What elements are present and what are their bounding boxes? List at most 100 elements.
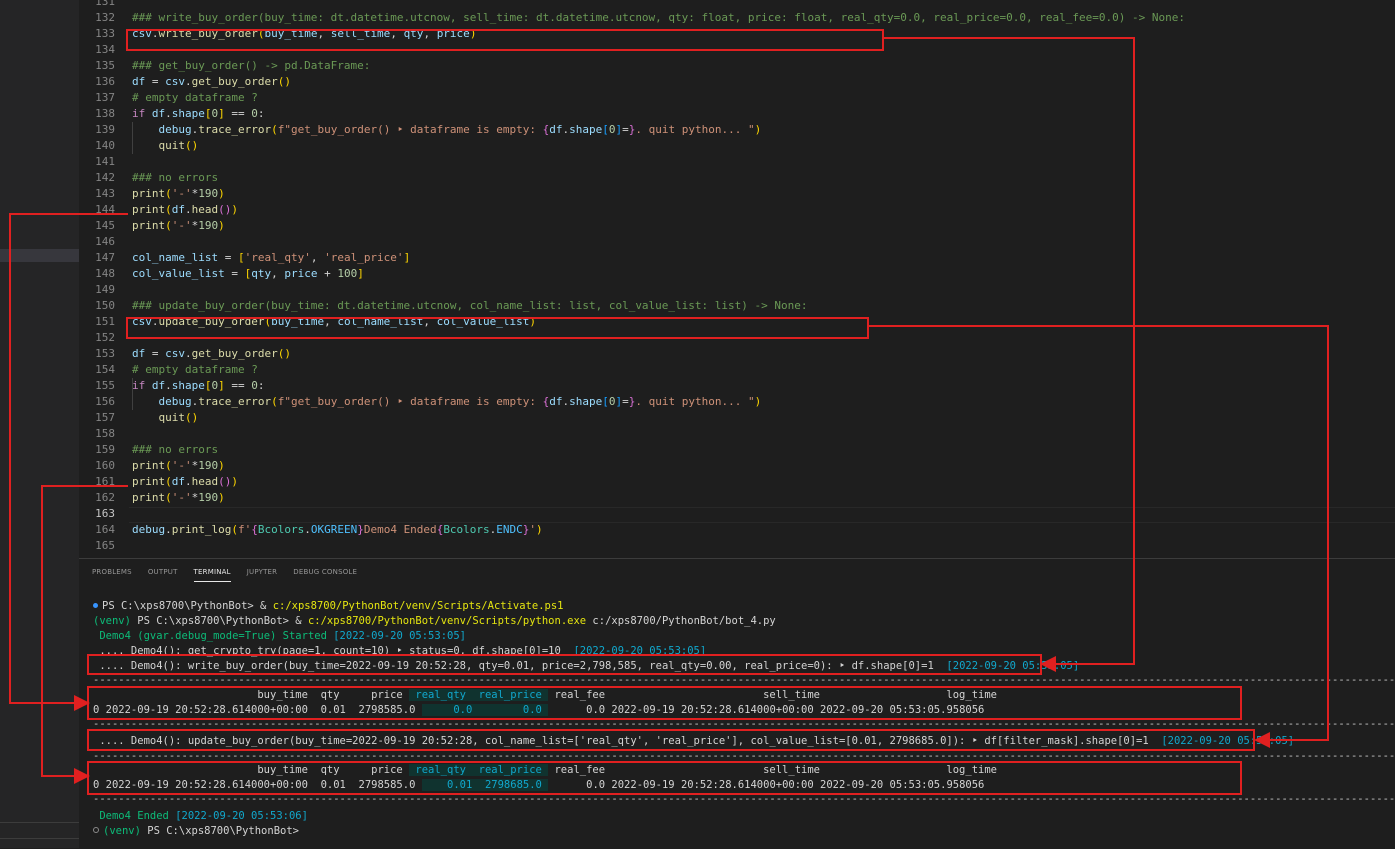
annotation-box-write-log: [87, 654, 1042, 675]
sidebar-divider: [0, 822, 79, 823]
code-editor[interactable]: 131 132 ### write_buy_order(buy_time: dt.d…: [79, 0, 1395, 558]
line-number: 150: [95, 299, 115, 312]
code-line[interactable]: 135 ### get_buy_order() -> pd.DataFrame:: [79, 58, 1395, 74]
code-line[interactable]: 132 ### write_buy_order(buy_time: dt.date…: [79, 10, 1395, 26]
code-line[interactable]: 146: [79, 234, 1395, 250]
line-number: 141: [95, 155, 115, 168]
line-number: 164: [95, 523, 115, 536]
line-code: debug.trace_error(f"get_buy_order() ‣ da…: [158, 395, 762, 408]
code-line[interactable]: 164 debug.print_log(f'{Bcolors.OKGREEN}De…: [79, 522, 1395, 538]
terminal-line: Demo4 Ended [2022-09-20 05:53:06]: [99, 810, 308, 822]
line-number: 136: [95, 75, 115, 88]
line-number: 138: [95, 107, 115, 120]
tab-output[interactable]: OUTPUT: [148, 568, 178, 582]
line-number: 143: [95, 187, 115, 200]
line-code: print('-'*190): [132, 491, 225, 504]
code-line[interactable]: 145 print('-'*190): [79, 218, 1395, 234]
code-line[interactable]: 165: [79, 538, 1395, 554]
code-line[interactable]: 143 print('-'*190): [79, 186, 1395, 202]
annotation-box-df-head-2: [87, 761, 1242, 795]
line-number: 137: [95, 91, 115, 104]
line-number: 154: [95, 363, 115, 376]
line-code: ### write_buy_order(buy_time: dt.datetim…: [132, 11, 1185, 24]
code-line[interactable]: 154 # empty dataframe ?: [79, 362, 1395, 378]
line-number: 152: [95, 331, 115, 344]
line-number: 139: [95, 123, 115, 136]
code-line[interactable]: 160 print('-'*190): [79, 458, 1395, 474]
panel-tabs: PROBLEMS OUTPUT TERMINAL JUPYTER DEBUG CONSO…: [92, 568, 373, 582]
line-number: 131: [95, 0, 115, 8]
line-number: 144: [95, 203, 115, 216]
code-line[interactable]: 157 quit(): [79, 410, 1395, 426]
tab-terminal[interactable]: TERMINAL: [193, 568, 231, 582]
terminal-line: (venv) PS C:\xps8700\PythonBot> & c:/xps…: [93, 615, 776, 627]
line-number: 160: [95, 459, 115, 472]
code-line[interactable]: 161 print(df.head()): [79, 474, 1395, 490]
line-code: ### no errors: [132, 171, 219, 184]
tab-debug-console[interactable]: DEBUG CONSOLE: [293, 568, 357, 582]
explorer-sidebar: [0, 0, 79, 848]
indent-guide: [132, 378, 133, 410]
code-line[interactable]: 142 ### no errors: [79, 170, 1395, 186]
line-number: 151: [95, 315, 115, 328]
code-line[interactable]: 147 col_name_list = ['real_qty', 'real_pr…: [79, 250, 1395, 266]
code-line[interactable]: 140 quit(): [79, 138, 1395, 154]
line-number: 156: [95, 395, 115, 408]
sidebar-selected-item[interactable]: [0, 249, 79, 262]
line-code: quit(): [158, 139, 199, 152]
code-line[interactable]: 158: [79, 426, 1395, 442]
line-number: 155: [95, 379, 115, 392]
code-line[interactable]: 148 col_value_list = [qty, price + 100]: [79, 266, 1395, 282]
line-number: 133: [95, 27, 115, 40]
annotation-box-update-buy-order: [126, 317, 869, 339]
current-line-highlight: [129, 507, 1395, 523]
code-line[interactable]: 153 df = csv.get_buy_order(): [79, 346, 1395, 362]
annotation-box-write-buy-order: [126, 29, 884, 51]
code-line[interactable]: 144 print(df.head()): [79, 202, 1395, 218]
line-code: print('-'*190): [132, 187, 225, 200]
line-number: 159: [95, 443, 115, 456]
sidebar-divider: [0, 838, 79, 839]
line-code: if df.shape[0] == 0:: [132, 107, 265, 120]
line-code: debug.trace_error(f"get_buy_order() ‣ da…: [158, 123, 762, 136]
terminal-line: (venv) PS C:\xps8700\PythonBot>: [93, 824, 299, 839]
code-line[interactable]: 159 ### no errors: [79, 442, 1395, 458]
line-number: 147: [95, 251, 115, 264]
line-number: 161: [95, 475, 115, 488]
line-number: 146: [95, 235, 115, 248]
indent-guide: [132, 122, 133, 154]
line-code: ### update_buy_order(buy_time: dt.dateti…: [132, 299, 808, 312]
annotation-box-df-head-1: [87, 686, 1242, 720]
terminal-line: PS C:\xps8700\PythonBot> & c:/xps8700/Py…: [93, 599, 563, 614]
line-number: 140: [95, 139, 115, 152]
line-code: # empty dataframe ?: [132, 363, 258, 376]
code-line[interactable]: 131: [79, 0, 1395, 10]
line-number: 163: [95, 507, 115, 520]
line-code: print(df.head()): [132, 203, 238, 216]
line-number: 165: [95, 539, 115, 552]
code-line[interactable]: 163: [79, 506, 1395, 523]
line-code: col_value_list = [qty, price + 100]: [132, 267, 364, 280]
tab-problems[interactable]: PROBLEMS: [92, 568, 132, 582]
code-line[interactable]: 141: [79, 154, 1395, 170]
line-number: 132: [95, 11, 115, 24]
code-line[interactable]: 155 if df.shape[0] == 0:: [79, 378, 1395, 394]
line-number: 149: [95, 283, 115, 296]
terminal-line: Demo4 (gvar.debug_mode=True) Started [20…: [99, 630, 466, 642]
line-number: 148: [95, 267, 115, 280]
line-code: df = csv.get_buy_order(): [132, 75, 291, 88]
code-line[interactable]: 137 # empty dataframe ?: [79, 90, 1395, 106]
line-code: ### get_buy_order() -> pd.DataFrame:: [132, 59, 371, 72]
line-code: # empty dataframe ?: [132, 91, 258, 104]
code-line[interactable]: 149: [79, 282, 1395, 298]
code-line[interactable]: 138 if df.shape[0] == 0:: [79, 106, 1395, 122]
line-code: print('-'*190): [132, 219, 225, 232]
code-line[interactable]: 156 debug.trace_error(f"get_buy_order() …: [79, 394, 1395, 410]
line-code: df = csv.get_buy_order(): [132, 347, 291, 360]
code-line[interactable]: 150 ### update_buy_order(buy_time: dt.dat…: [79, 298, 1395, 314]
line-number: 162: [95, 491, 115, 504]
code-line[interactable]: 139 debug.trace_error(f"get_buy_order() …: [79, 122, 1395, 138]
code-line[interactable]: 162 print('-'*190): [79, 490, 1395, 506]
tab-jupyter[interactable]: JUPYTER: [247, 568, 278, 582]
code-line[interactable]: 136 df = csv.get_buy_order(): [79, 74, 1395, 90]
